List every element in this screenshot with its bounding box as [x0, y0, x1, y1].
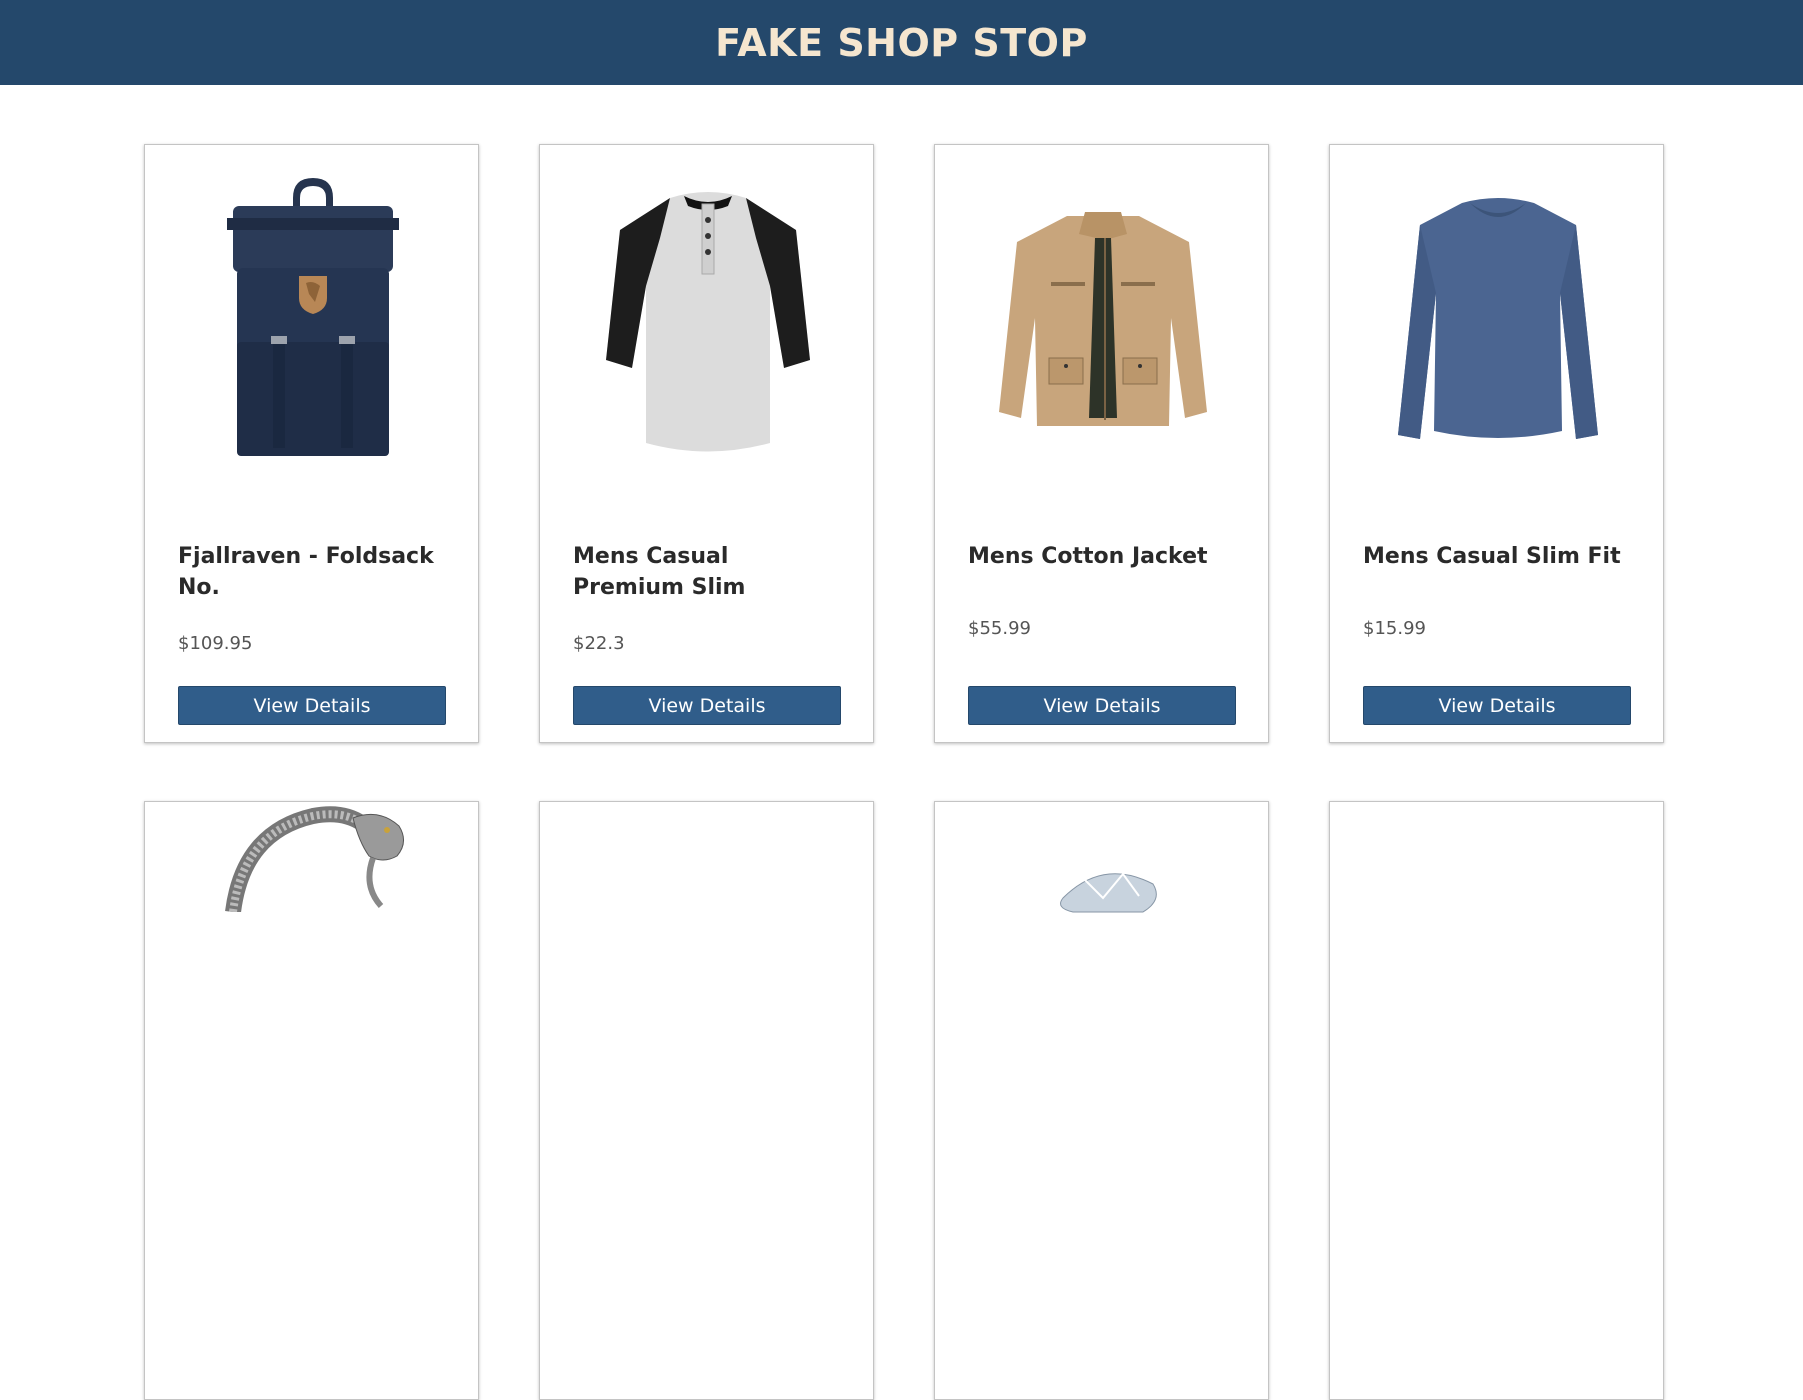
- view-details-button[interactable]: View Details: [968, 686, 1236, 725]
- product-price: $15.99: [1363, 618, 1426, 639]
- product-price: $22.3: [573, 633, 625, 654]
- product-image-jacket[interactable]: [935, 145, 1268, 490]
- product-card: Mens Cotton Jacket $55.99 View Details: [934, 144, 1269, 743]
- product-card: Fjallraven - Foldsack No. $109.95 View D…: [144, 144, 479, 743]
- view-details-button[interactable]: View Details: [1363, 686, 1631, 725]
- cotton-jacket-image: [998, 211, 1207, 426]
- product-title[interactable]: Mens Casual Slim Fit: [1363, 541, 1633, 572]
- product-card: [934, 801, 1269, 1400]
- product-title[interactable]: Fjallraven - Foldsack No.: [178, 541, 448, 603]
- product-card: [539, 801, 874, 1400]
- product-image-backpack[interactable]: [145, 145, 478, 490]
- product-image-henley[interactable]: [540, 145, 873, 490]
- product-image-placeholder[interactable]: [1330, 802, 1663, 1147]
- product-image-bracelet[interactable]: [145, 802, 478, 1147]
- site-title: FAKE SHOP STOP: [715, 20, 1088, 65]
- product-price: $55.99: [968, 618, 1031, 639]
- product-price: $109.95: [178, 633, 253, 654]
- product-card: [1329, 801, 1664, 1400]
- view-details-button[interactable]: View Details: [178, 686, 446, 725]
- bracelet-image: [224, 806, 404, 912]
- raglan-henley-shirt-image: [605, 191, 810, 451]
- product-image-long-sleeve[interactable]: [1330, 145, 1663, 490]
- product-card: Mens Casual Slim Fit $15.99 View Details: [1329, 144, 1664, 743]
- product-card: [144, 801, 479, 1400]
- product-card: Mens Casual Premium Slim $22.3 View Deta…: [539, 144, 874, 743]
- ring-image: [1059, 872, 1157, 913]
- backpack-image: [226, 177, 399, 456]
- long-sleeve-shirt-image: [1397, 197, 1598, 439]
- view-details-button[interactable]: View Details: [573, 686, 841, 725]
- product-title[interactable]: Mens Cotton Jacket: [968, 541, 1238, 572]
- site-header: FAKE SHOP STOP: [0, 0, 1803, 85]
- product-title[interactable]: Mens Casual Premium Slim: [573, 541, 843, 603]
- product-grid: Fjallraven - Foldsack No. $109.95 View D…: [144, 144, 1666, 1400]
- product-image-ring[interactable]: [935, 802, 1268, 1147]
- product-image-placeholder[interactable]: [540, 802, 873, 1147]
